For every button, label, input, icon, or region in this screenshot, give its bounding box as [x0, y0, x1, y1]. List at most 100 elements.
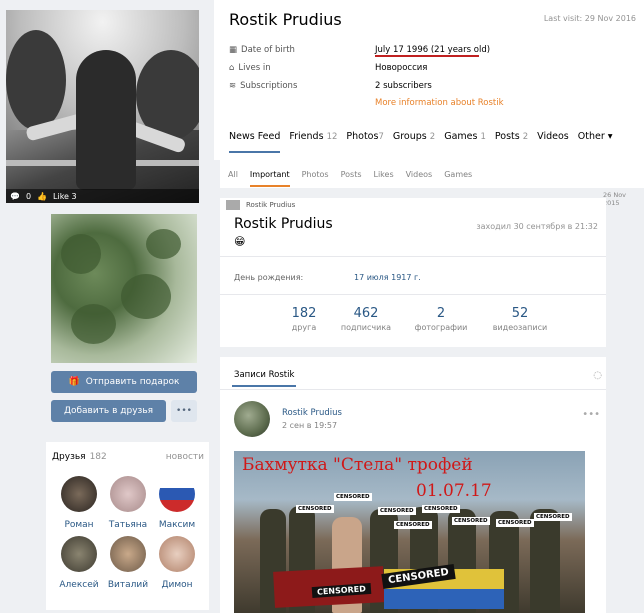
mobile-dob-value[interactable]: 17 июля 1917 г. — [354, 273, 421, 282]
tab-photos[interactable]: Photos7 — [346, 131, 383, 153]
photo-likes-count[interactable]: Like 3 — [53, 192, 77, 201]
stat-label: фотографии — [414, 323, 468, 332]
subtab-all[interactable]: All — [228, 170, 238, 187]
photo-foliage — [121, 274, 171, 319]
info-label: Lives in — [238, 63, 271, 73]
censored-label: CENSORED — [394, 521, 432, 529]
friends-news-link[interactable]: новости — [166, 452, 204, 462]
profile-photo[interactable]: 💬 0 👍 Like 3 — [6, 10, 199, 203]
gift-icon: 🎁 — [68, 377, 80, 387]
photo-stats-bar: 💬 0 👍 Like 3 — [6, 189, 199, 203]
tab-groups[interactable]: Groups 2 — [393, 131, 435, 153]
divider — [220, 389, 606, 390]
photo-foliage — [146, 229, 181, 259]
posts-tab[interactable]: Записи Rostik — [234, 370, 294, 380]
search-icon[interactable]: ◌ — [593, 370, 602, 381]
active-tab-indicator — [232, 385, 296, 387]
post-author-name[interactable]: Rostik Prudius — [282, 408, 342, 418]
subtab-likes[interactable]: Likes — [374, 170, 394, 187]
subtab-photos[interactable]: Photos — [302, 170, 329, 187]
feed-date-stamp: 26 Nov 2015 — [603, 191, 627, 207]
profile-card: Rostik Prudius Last visit: 29 Nov 2016 ▦… — [214, 0, 644, 160]
mobile-dob-label: День рождения: — [234, 273, 304, 282]
mobile-last-seen: заходил 30 сентября в 21:32 — [476, 222, 598, 231]
friend-item[interactable]: Татьяна — [103, 476, 153, 530]
stat-number: 52 — [511, 306, 529, 321]
info-value-dob[interactable]: July 17 1996 (21 years old) — [375, 45, 490, 55]
home-icon: ⌂ — [229, 63, 235, 73]
subtab-important[interactable]: Important — [249, 170, 290, 187]
friend-avatar — [61, 476, 97, 512]
image-figure — [530, 509, 560, 613]
info-value-subscriptions[interactable]: 2 subscribers — [375, 81, 432, 91]
more-actions-button[interactable]: ••• — [171, 400, 197, 422]
profile-tabs: News Feed Friends 12 Photos7 Groups 2 Ga… — [229, 131, 613, 153]
friend-item[interactable]: Димон — [152, 536, 202, 590]
friend-item[interactable]: Виталий — [103, 536, 153, 590]
tab-friends[interactable]: Friends 12 — [289, 131, 337, 153]
censored-label: CENSORED — [534, 513, 572, 521]
friend-avatar — [61, 536, 97, 572]
friend-name: Алексей — [59, 580, 99, 590]
friends-title[interactable]: Друзья — [52, 452, 86, 462]
friend-avatar — [159, 536, 195, 572]
photo-comments-count: 0 — [25, 191, 32, 201]
mobile-profile-card: Rostik Prudius Rostik Prudius заходил 30… — [220, 198, 606, 347]
secondary-photo[interactable] — [51, 214, 197, 363]
info-label: Date of birth — [241, 45, 295, 55]
photo-foliage — [71, 304, 116, 344]
friend-item[interactable]: Максим — [152, 476, 202, 530]
post-author-avatar[interactable] — [234, 401, 270, 437]
stat-photos[interactable]: 2 фотографии — [401, 306, 481, 332]
highlight-underline — [375, 55, 479, 57]
like-icon[interactable]: 👍 — [37, 192, 47, 201]
subtab-games[interactable]: Games — [444, 170, 472, 187]
post-image[interactable]: Бахмутка "Стела" трофей 01.07.17 CENSORE… — [234, 451, 585, 613]
tab-videos[interactable]: Videos — [537, 131, 569, 153]
friend-avatar — [110, 476, 146, 512]
subtab-posts[interactable]: Posts — [341, 170, 362, 187]
stat-number: 462 — [353, 306, 379, 321]
friend-name: Максим — [158, 520, 196, 530]
friends-block: Друзья 182 новости Роман Татьяна Максим А… — [46, 442, 209, 610]
stat-subscribers[interactable]: 462 подписчика — [326, 306, 406, 332]
send-gift-button[interactable]: 🎁 Отправить подарок — [51, 371, 197, 393]
feed-item-header: Rostik Prudius — [226, 200, 295, 210]
tab-news-feed[interactable]: News Feed — [229, 131, 281, 153]
posts-card: Записи Rostik ◌ Rostik Prudius 2 сен в 1… — [220, 357, 606, 613]
censored-label: CENSORED — [422, 505, 460, 513]
feed-subtabs: All Important Photos Posts Likes Videos … — [220, 160, 644, 188]
info-value-city[interactable]: Новороссия — [375, 63, 427, 73]
stat-videos[interactable]: 52 видеозаписи — [480, 306, 560, 332]
mini-avatar — [226, 200, 240, 210]
subtab-videos[interactable]: Videos — [406, 170, 433, 187]
rss-icon: ≋ — [229, 81, 237, 91]
more-info-link[interactable]: More information about Rostik — [375, 98, 504, 108]
divider — [220, 294, 606, 295]
last-visit: Last visit: 29 Nov 2016 — [543, 14, 636, 23]
info-row-city: ⌂ Lives in — [229, 63, 271, 73]
comment-icon: 💬 — [10, 191, 20, 201]
send-gift-label: Отправить подарок — [85, 377, 180, 387]
friend-avatar — [159, 476, 195, 512]
photo-foliage — [61, 234, 101, 274]
friend-name: Димон — [161, 580, 193, 590]
stat-label: видеозаписи — [492, 323, 548, 332]
friend-item[interactable]: Алексей — [54, 536, 104, 590]
tab-posts[interactable]: Posts 2 — [495, 131, 528, 153]
photo-person — [76, 50, 136, 190]
status-emoji: 😁 — [234, 235, 246, 248]
tab-games[interactable]: Games 1 — [444, 131, 486, 153]
divider — [220, 256, 606, 257]
friend-item[interactable]: Роман — [54, 476, 104, 530]
friends-count: 182 — [89, 452, 107, 462]
add-friend-button[interactable]: Добавить в друзья — [51, 400, 166, 422]
post-menu-icon[interactable]: ••• — [582, 409, 600, 420]
censored-label: CENSORED — [496, 519, 534, 527]
post-image-caption: Бахмутка "Стела" трофей — [242, 455, 473, 475]
stat-number: 2 — [436, 306, 446, 321]
post-date[interactable]: 2 сен в 19:57 — [282, 421, 337, 430]
feed-item-author[interactable]: Rostik Prudius — [246, 201, 295, 209]
friend-name: Роман — [64, 520, 94, 530]
tab-other[interactable]: Other ▾ — [578, 131, 613, 153]
